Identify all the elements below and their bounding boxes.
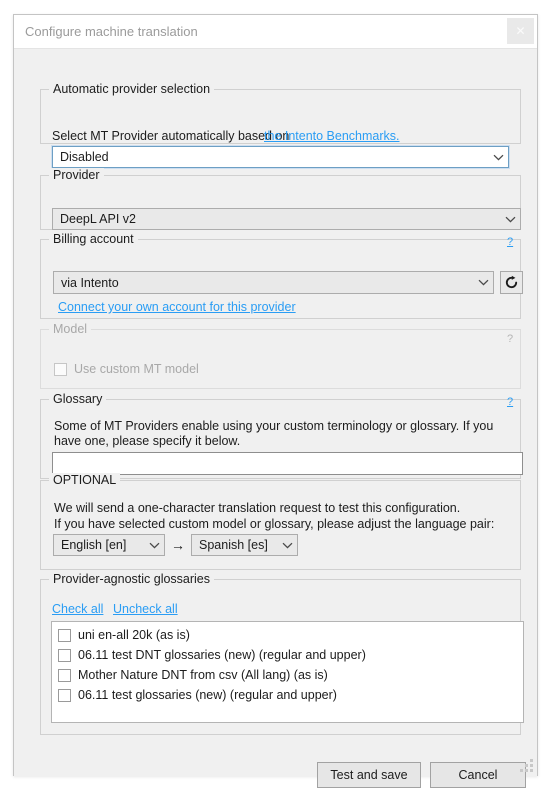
chevron-down-icon [500, 216, 520, 223]
title-bar: Configure machine translation ✕ [14, 15, 537, 49]
checkbox-box[interactable] [58, 668, 71, 682]
auto-provider-label: Select MT Provider automatically based o… [52, 129, 290, 143]
glossary-description: Some of MT Providers enable using your c… [54, 419, 494, 448]
provider-group-title: Provider [49, 168, 104, 182]
source-language-value: English [en] [61, 538, 127, 552]
automatic-provider-selection-title: Automatic provider selection [49, 82, 215, 96]
target-language-select[interactable]: Spanish [es] [191, 534, 298, 556]
checkbox-box[interactable] [58, 628, 71, 642]
list-item-label: 06.11 test DNT glossaries (new) (regular… [78, 648, 366, 662]
provider-agnostic-glossaries-title: Provider-agnostic glossaries [49, 572, 215, 586]
connect-own-account-link[interactable]: Connect your own account for this provid… [58, 300, 296, 314]
chevron-down-icon [144, 542, 164, 549]
optional-line1: We will send a one-character translation… [54, 501, 461, 515]
billing-account-select[interactable]: via Intento [53, 271, 494, 294]
check-all-link[interactable]: Check all [52, 602, 103, 616]
refresh-icon[interactable] [500, 271, 523, 294]
billing-account-group-title: Billing account [49, 232, 138, 246]
test-and-save-button[interactable]: Test and save [317, 762, 421, 788]
close-icon[interactable]: ✕ [507, 18, 534, 44]
use-custom-mt-model-label: Use custom MT model [74, 362, 199, 376]
chevron-down-icon [488, 154, 508, 161]
uncheck-all-link[interactable]: Uncheck all [113, 602, 178, 616]
resize-grip[interactable] [520, 759, 533, 772]
glossary-input[interactable] [52, 452, 523, 475]
use-custom-mt-model-checkbox: Use custom MT model [54, 362, 199, 376]
provider-select[interactable]: DeepL API v2 [52, 208, 521, 230]
checkbox-box[interactable] [58, 648, 71, 662]
glossary-help-icon[interactable]: ? [507, 397, 513, 408]
chevron-down-icon [277, 542, 297, 549]
dialog-body: Automatic provider selection Select MT P… [14, 49, 537, 788]
glossaries-list[interactable]: uni en-all 20k (as is) 06.11 test DNT glo… [51, 621, 524, 723]
intento-benchmarks-link[interactable]: the Intento Benchmarks. [264, 129, 400, 143]
model-help-icon: ? [507, 333, 514, 345]
configure-machine-translation-dialog: Configure machine translation ✕ Automati… [13, 14, 538, 788]
auto-provider-select[interactable]: Disabled [51, 145, 510, 169]
billing-account-select-value: via Intento [61, 275, 119, 290]
language-direction-arrow-icon: → [171, 537, 185, 553]
list-item[interactable]: 06.11 test DNT glossaries (new) (regular… [52, 645, 523, 665]
list-item-label: uni en-all 20k (as is) [78, 628, 190, 642]
list-item[interactable]: 06.11 test glossaries (new) (regular and… [52, 685, 523, 705]
list-item[interactable]: uni en-all 20k (as is) [52, 625, 523, 645]
model-group-title: Model [49, 322, 92, 336]
list-item-label: Mother Nature DNT from csv (All lang) (a… [78, 668, 328, 682]
glossary-group-title: Glossary [49, 392, 107, 406]
billing-help-icon[interactable]: ? [507, 237, 513, 248]
window-title: Configure machine translation [25, 24, 198, 39]
provider-select-value: DeepL API v2 [60, 212, 136, 226]
checkbox-box[interactable] [58, 688, 71, 702]
optional-group-title: OPTIONAL [49, 473, 121, 487]
checkbox-box [54, 362, 67, 376]
auto-provider-select-value: Disabled [60, 150, 109, 164]
optional-line2: If you have selected custom model or glo… [54, 517, 495, 531]
target-language-value: Spanish [es] [199, 538, 268, 552]
list-item[interactable]: Mother Nature DNT from csv (All lang) (a… [52, 665, 523, 685]
source-language-select[interactable]: English [en] [53, 534, 165, 556]
chevron-down-icon [473, 279, 493, 286]
model-group: Model [40, 322, 521, 389]
list-item-label: 06.11 test glossaries (new) (regular and… [78, 688, 337, 702]
cancel-button[interactable]: Cancel [430, 762, 526, 788]
